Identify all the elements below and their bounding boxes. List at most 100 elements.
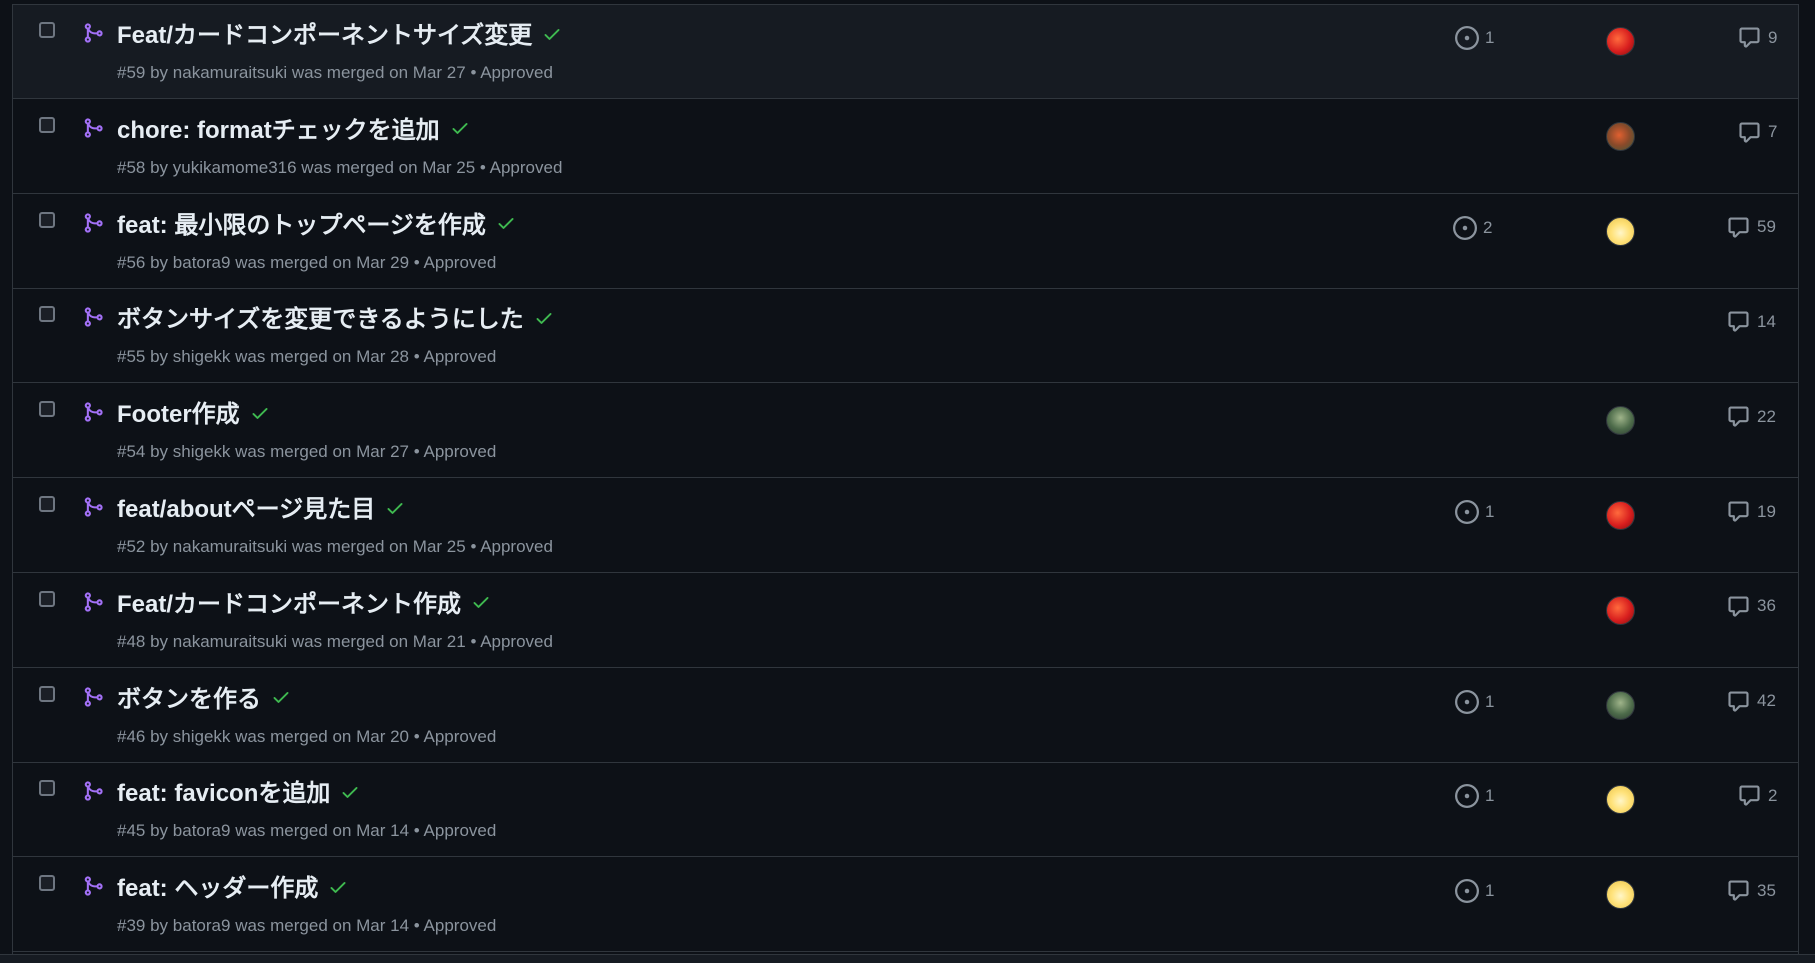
row-select-checkbox[interactable] xyxy=(39,116,55,133)
assignee-avatar[interactable] xyxy=(1606,406,1635,436)
comments-link[interactable]: 9 xyxy=(1738,26,1777,49)
check-icon[interactable] xyxy=(496,213,516,233)
linked-issues-link[interactable]: 1 xyxy=(1455,784,1494,809)
issue-opened-icon xyxy=(1455,500,1479,524)
pr-number: #45 xyxy=(117,821,146,841)
pr-author[interactable]: batora9 xyxy=(173,253,231,272)
comments-link[interactable]: 22 xyxy=(1727,405,1776,428)
pr-author[interactable]: batora9 xyxy=(173,821,231,840)
row-select-checkbox[interactable] xyxy=(39,685,55,702)
git-merge-icon xyxy=(84,781,103,802)
git-merge-icon xyxy=(84,23,103,43)
review-status[interactable]: Approved xyxy=(490,158,563,177)
review-status[interactable]: Approved xyxy=(480,537,553,556)
comments-link[interactable]: 19 xyxy=(1727,500,1776,523)
comments-link[interactable]: 36 xyxy=(1727,595,1776,618)
assignee-avatar[interactable] xyxy=(1606,690,1635,720)
comments-link[interactable]: 2 xyxy=(1738,784,1777,807)
comment-icon xyxy=(1728,311,1749,332)
linked-issues-link[interactable]: 2 xyxy=(1453,215,1492,240)
merged-text: was merged on Mar 14 xyxy=(235,821,410,841)
linked-issues-count: 1 xyxy=(1485,502,1495,521)
check-icon[interactable] xyxy=(471,592,491,612)
review-status[interactable]: Approved xyxy=(480,63,553,82)
merged-text: was merged on Mar 27 xyxy=(235,442,410,462)
pull-request-title-link[interactable]: chore: formatチェックを追加 xyxy=(117,116,470,146)
pr-author[interactable]: shigekk xyxy=(173,442,231,461)
assignee-avatar[interactable] xyxy=(1606,216,1635,246)
linked-issues-link[interactable]: 1 xyxy=(1455,879,1494,904)
comments-count: 35 xyxy=(1757,880,1776,900)
pr-author[interactable]: nakamuraitsuki xyxy=(173,632,287,651)
review-status[interactable]: Approved xyxy=(424,253,497,272)
pr-author[interactable]: batora9 xyxy=(173,916,231,935)
comment-icon xyxy=(1728,691,1749,712)
row-select-checkbox[interactable] xyxy=(39,211,55,228)
pr-author[interactable]: yukikamome316 xyxy=(173,158,297,177)
linked-issues-link[interactable]: 1 xyxy=(1455,689,1494,714)
pr-author[interactable]: shigekk xyxy=(173,347,231,366)
check-icon[interactable] xyxy=(534,308,554,328)
row-select-checkbox[interactable] xyxy=(39,496,55,512)
linked-issues-link[interactable]: 1 xyxy=(1455,500,1494,524)
review-status[interactable]: Approved xyxy=(424,442,497,461)
assignee-avatar[interactable] xyxy=(1606,501,1635,530)
row-select-checkbox[interactable] xyxy=(39,780,55,797)
comments-link[interactable]: 14 xyxy=(1727,310,1776,333)
pull-request-title-link[interactable]: feat: faviconを追加 xyxy=(117,779,360,809)
pr-author[interactable]: shigekk xyxy=(173,727,231,746)
review-status[interactable]: Approved xyxy=(424,916,497,935)
pull-request-meta: #48 by nakamuraitsuki was merged on Mar … xyxy=(117,632,553,652)
pull-request-meta: #54 by shigekk was merged on Mar 27 • Ap… xyxy=(117,442,496,462)
merged-text: was merged on Mar 14 xyxy=(235,916,410,936)
check-icon[interactable] xyxy=(250,403,270,423)
meta-separator: by xyxy=(145,821,173,841)
check-icon[interactable] xyxy=(542,24,562,44)
review-status[interactable]: Approved xyxy=(424,821,497,840)
pull-request-meta: #45 by batora9 was merged on Mar 14 • Ap… xyxy=(117,821,496,841)
merged-text: was merged on Mar 25 xyxy=(301,157,476,177)
pull-request-title: feat: faviconを追加 xyxy=(117,780,331,808)
assignee-avatar[interactable] xyxy=(1606,785,1635,815)
pull-request-title: Feat/カードコンポーネント作成 xyxy=(117,590,462,618)
meta-separator: • xyxy=(465,631,481,651)
pr-author[interactable]: nakamuraitsuki xyxy=(173,537,287,556)
check-icon[interactable] xyxy=(271,687,291,707)
pull-request-title-link[interactable]: feat: ヘッダー作成 xyxy=(117,874,348,904)
pull-request-title-link[interactable]: ボタンサイズを変更できるようにした xyxy=(117,305,554,335)
meta-separator: by xyxy=(145,916,173,936)
assignee-avatar[interactable] xyxy=(1606,595,1635,625)
review-status[interactable]: Approved xyxy=(424,727,497,746)
check-icon[interactable] xyxy=(340,782,360,802)
row-select-checkbox[interactable] xyxy=(39,401,55,418)
row-select-checkbox[interactable] xyxy=(39,590,55,607)
check-icon[interactable] xyxy=(450,118,470,138)
comments-link[interactable]: 35 xyxy=(1727,879,1776,902)
assignee-avatar[interactable] xyxy=(1606,880,1635,910)
assignee-avatar[interactable] xyxy=(1606,27,1635,56)
pull-request-title-link[interactable]: feat: 最小限のトップページを作成 xyxy=(117,211,516,241)
comments-link[interactable]: 59 xyxy=(1727,216,1776,239)
pull-request-title-link[interactable]: Feat/カードコンポーネント作成 xyxy=(117,590,491,620)
row-select-checkbox[interactable] xyxy=(39,22,55,38)
check-icon[interactable] xyxy=(328,877,348,897)
pull-request-row: feat: ヘッダー作成 #39 by batora9 was merged on… xyxy=(13,858,1798,953)
pull-request-title-link[interactable]: feat/aboutページ見た目 xyxy=(117,495,405,525)
comments-link[interactable]: 7 xyxy=(1738,121,1777,144)
pull-request-title-link[interactable]: ボタンを作る xyxy=(117,685,291,715)
comments-link[interactable]: 42 xyxy=(1727,690,1776,713)
linked-issues-link[interactable]: 1 xyxy=(1455,26,1494,50)
pull-request-title-link[interactable]: Feat/カードコンポーネントサイズ変更 xyxy=(117,21,562,51)
review-status[interactable]: Approved xyxy=(480,632,553,651)
check-icon[interactable] xyxy=(385,498,405,518)
pr-author[interactable]: nakamuraitsuki xyxy=(173,63,287,82)
pull-request-title-link[interactable]: Footer作成 xyxy=(117,400,270,430)
git-merge-icon xyxy=(84,497,103,517)
row-select-checkbox[interactable] xyxy=(39,306,55,323)
assignee-avatar[interactable] xyxy=(1606,121,1635,151)
issue-opened-icon xyxy=(1455,784,1479,809)
linked-issues-count: 1 xyxy=(1485,28,1495,47)
row-select-checkbox[interactable] xyxy=(39,875,55,892)
review-status[interactable]: Approved xyxy=(424,347,497,366)
issue-opened-icon xyxy=(1455,879,1479,904)
